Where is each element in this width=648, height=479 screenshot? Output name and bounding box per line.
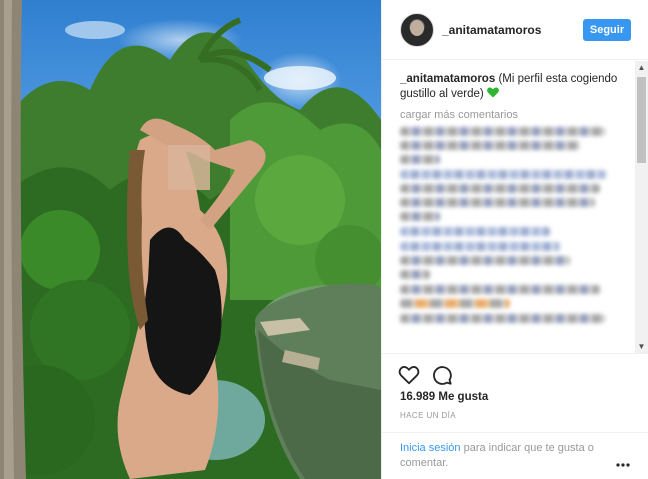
scroll-down-arrow-icon[interactable]: ▼ — [635, 340, 648, 353]
list-item — [400, 227, 626, 236]
list-item — [400, 127, 626, 164]
post-photo[interactable] — [0, 0, 381, 479]
post-header: _anitamatamoros Seguir — [382, 0, 648, 60]
post-timestamp[interactable]: HACE UN DÍA — [400, 411, 456, 420]
scroll-up-arrow-icon[interactable]: ▲ — [635, 61, 648, 74]
caption: _anitamatamoros (Mi perfil esta cogiendo… — [400, 72, 626, 103]
heart-outline-icon[interactable] — [398, 364, 420, 386]
avatar[interactable] — [400, 13, 434, 47]
list-item — [400, 285, 626, 308]
list-item — [400, 242, 626, 279]
login-prompt-text: Inicia sesión para indicar que te gusta … — [400, 441, 615, 471]
list-item — [400, 170, 626, 221]
comments-scrollbar[interactable]: ▲ ▼ — [635, 61, 648, 353]
post-side-panel: _anitamatamoros Seguir _anitamatamoros (… — [381, 0, 648, 479]
green-heart-icon — [486, 87, 499, 103]
login-link[interactable]: Inicia sesión — [400, 442, 461, 454]
speech-bubble-icon[interactable] — [431, 364, 453, 386]
login-prompt: Inicia sesión para indicar que te gusta … — [382, 432, 648, 479]
photo-illustration — [0, 0, 381, 479]
post-actions: 16.989 Me gusta HACE UN DÍA Inicia sesió… — [382, 353, 648, 479]
comments-list[interactable]: _anitamatamoros (Mi perfil esta cogiendo… — [382, 61, 636, 353]
scroll-thumb[interactable] — [637, 77, 646, 163]
like-count[interactable]: 16.989 Me gusta — [400, 391, 488, 403]
caption-username[interactable]: _anitamatamoros — [400, 73, 495, 85]
ellipsis-icon[interactable] — [615, 455, 631, 467]
load-more-comments[interactable]: cargar más comentarios — [400, 109, 626, 121]
follow-button[interactable]: Seguir — [583, 19, 631, 41]
list-item — [400, 314, 626, 323]
post-username[interactable]: _anitamatamoros — [442, 23, 541, 37]
